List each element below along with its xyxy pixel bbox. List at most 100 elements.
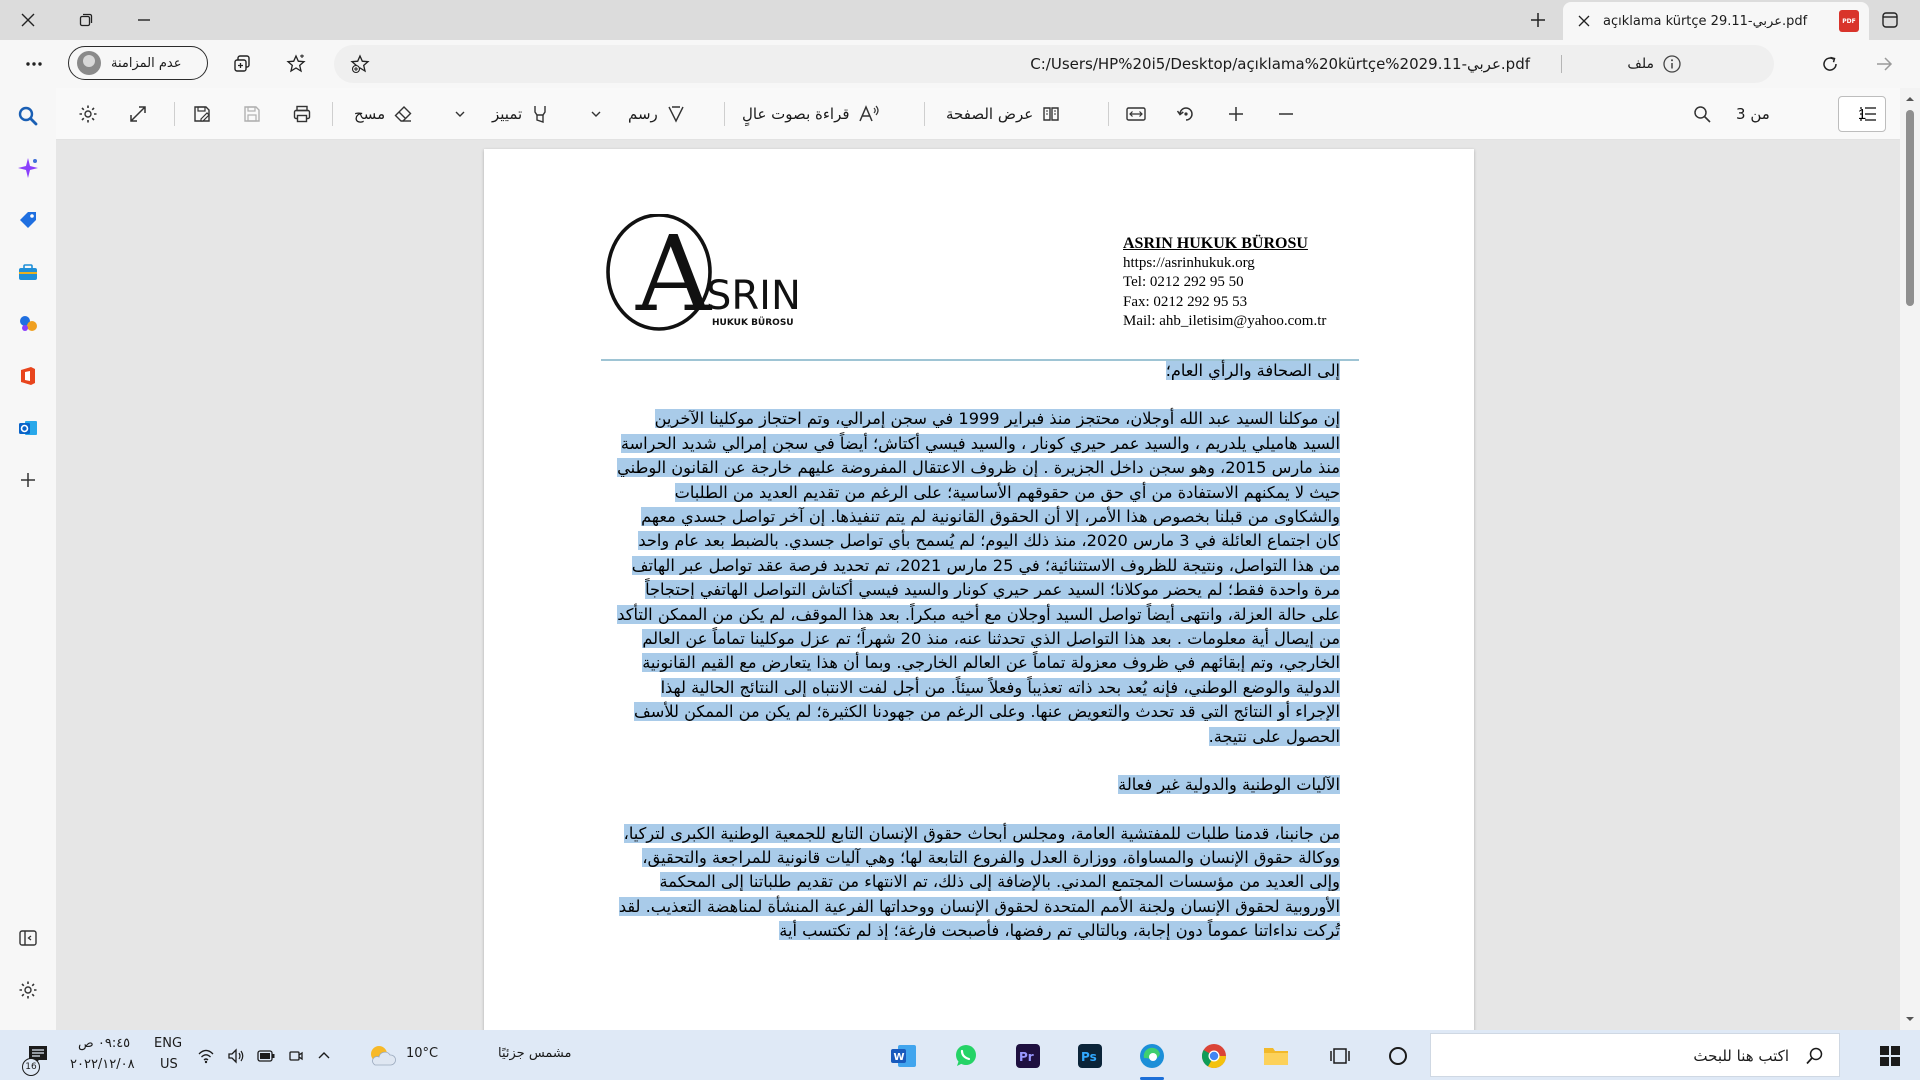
save-as-button[interactable] <box>188 100 216 128</box>
chevron-up-icon <box>318 1052 330 1059</box>
tab-actions-button[interactable] <box>1870 2 1910 38</box>
section-heading: الآليات الوطنية والدولية غير فعالة <box>616 773 1340 797</box>
office-icon <box>21 367 35 385</box>
taskbar-app-word[interactable]: W <box>886 1038 922 1074</box>
file-info-chip[interactable]: ملف <box>1627 54 1682 74</box>
erase-button[interactable]: مسح <box>354 100 413 128</box>
salutation-text: إلى الصحافة والرأي العام؛ <box>1165 361 1340 380</box>
draw-label: رسم <box>628 105 658 123</box>
firm-website[interactable]: https://asrinhukuk.org <box>1123 254 1326 274</box>
sidebar-add-button[interactable] <box>14 466 42 494</box>
read-aloud-button[interactable]: قراءة بصوت عالٍ <box>742 100 880 128</box>
pdf-toolbar: مسح تمييز رسم قراءة بصوت عالٍ عرض الصفحة… <box>56 88 1920 140</box>
firm-mail[interactable]: Mail: ahb_iletisim@yahoo.com.tr <box>1123 312 1326 332</box>
tray-meet-button[interactable] <box>284 1038 308 1074</box>
games-icon <box>20 316 37 331</box>
find-button[interactable] <box>1688 100 1716 128</box>
collections-button[interactable] <box>228 50 256 78</box>
taskbar-app-premiere[interactable]: Pr <box>1010 1038 1046 1074</box>
paragraph: إن موكلنا السيد عبد الله أوجلان، محتجز م… <box>616 407 1340 749</box>
url-text[interactable]: C:/Users/HP%20i5/Desktop/açıklama%20kürt… <box>1030 55 1530 73</box>
battery-icon <box>257 1050 275 1062</box>
sidebar-tools-button[interactable] <box>14 258 42 286</box>
more-menu-button[interactable] <box>20 50 48 78</box>
scroll-up-arrow-icon[interactable] <box>1900 92 1920 106</box>
asrin-logo-icon: A SRIN HUKUK BÜROSU <box>606 214 801 334</box>
pdf-page[interactable]: A SRIN HUKUK BÜROSU ASRIN HUKUK BÜROSU h… <box>484 149 1474 1030</box>
firm-name: ASRIN HUKUK BÜROSU <box>1123 235 1308 252</box>
zoom-in-button[interactable] <box>1222 100 1250 128</box>
profile-button[interactable]: عدم المزامنة <box>68 46 208 80</box>
logo-mark-text: A <box>635 214 713 334</box>
search-icon <box>1806 1047 1823 1065</box>
zoom-out-button[interactable] <box>1272 100 1300 128</box>
taskbar-app-file-explorer[interactable] <box>1258 1038 1294 1074</box>
scroll-down-arrow-icon[interactable] <box>1900 1012 1920 1026</box>
tray-overflow-button[interactable] <box>312 1038 336 1074</box>
page-view-button[interactable]: عرض الصفحة <box>946 100 1061 128</box>
sidebar-discover-button[interactable] <box>14 154 42 182</box>
taskbar-search[interactable]: اكتب هنا للبحث <box>1430 1033 1840 1077</box>
pdf-viewport[interactable]: A SRIN HUKUK BÜROSU ASRIN HUKUK BÜROSU h… <box>56 140 1900 1030</box>
sidebar-search-button[interactable] <box>14 102 42 130</box>
fullscreen-button[interactable] <box>124 100 152 128</box>
sidebar-settings-button[interactable] <box>14 976 42 1004</box>
taskbar-app-edge[interactable] <box>1134 1038 1170 1080</box>
edge-sidebar <box>0 88 56 1030</box>
navigation-bar: عدم المزامنة C:/Users/HP%20i5/Desktop/aç… <box>0 40 1920 88</box>
cortana-button[interactable] <box>1380 1038 1416 1074</box>
window-close-button[interactable] <box>8 2 48 38</box>
highlight-button[interactable]: تمييز <box>492 100 550 128</box>
notification-center-button[interactable]: 16 <box>20 1038 56 1076</box>
tray-battery[interactable] <box>254 1038 278 1074</box>
forward-button[interactable] <box>1870 50 1898 78</box>
rotate-button[interactable] <box>1172 100 1200 128</box>
weather-button[interactable] <box>364 1038 400 1074</box>
new-tab-button[interactable] <box>1518 2 1558 38</box>
taskbar-app-whatsapp[interactable] <box>948 1038 984 1074</box>
tray-volume[interactable] <box>224 1038 248 1074</box>
plus-icon <box>1229 107 1243 121</box>
title-bar: açıklama kürtçe 29.11-عربي.pdf PDF <box>0 0 1920 40</box>
draw-button[interactable]: رسم <box>628 100 686 128</box>
taskbar-app-chrome[interactable] <box>1196 1038 1232 1074</box>
contents-button[interactable] <box>1854 100 1882 128</box>
scrollbar-thumb[interactable] <box>1906 110 1914 306</box>
chrome-icon <box>1201 1044 1226 1069</box>
vertical-scrollbar[interactable] <box>1900 88 1920 1030</box>
start-button[interactable] <box>1872 1038 1908 1074</box>
sidebar-outlook-button[interactable] <box>14 414 42 442</box>
draw-options-dropdown[interactable] <box>582 100 610 128</box>
weather-temperature[interactable]: 10°C <box>406 1046 438 1061</box>
highlight-options-dropdown[interactable] <box>446 100 474 128</box>
document-body[interactable]: إلى الصحافة والرأي العام؛ إن موكلنا السي… <box>616 359 1340 944</box>
clock-time[interactable]: ٠٩:٤٥ ص <box>78 1036 130 1051</box>
toolbar-separator <box>332 102 333 126</box>
sidebar-office-button[interactable] <box>14 362 42 390</box>
fit-width-button[interactable] <box>1122 100 1150 128</box>
window-minimize-button[interactable] <box>124 2 164 38</box>
address-bar[interactable]: C:/Users/HP%20i5/Desktop/açıklama%20kürt… <box>334 45 1774 83</box>
minimize-icon <box>138 19 150 21</box>
active-tab[interactable]: açıklama kürtçe 29.11-عربي.pdf PDF <box>1563 2 1869 40</box>
save-button[interactable] <box>238 100 266 128</box>
add-favorite-button[interactable] <box>346 50 374 78</box>
taskbar-app-photoshop[interactable]: Ps <box>1072 1038 1108 1074</box>
pdf-settings-button[interactable] <box>74 100 102 128</box>
info-icon <box>1663 55 1681 73</box>
tab-close-button[interactable] <box>1573 10 1595 32</box>
tray-network[interactable] <box>194 1038 218 1074</box>
refresh-button[interactable] <box>1816 50 1844 78</box>
favorites-button[interactable] <box>282 50 310 78</box>
print-button[interactable] <box>288 100 316 128</box>
input-language[interactable]: ENG <box>154 1036 182 1051</box>
close-icon <box>21 13 35 27</box>
weather-description[interactable]: مشمس جزئيًا <box>498 1046 572 1061</box>
sidebar-games-button[interactable] <box>14 310 42 338</box>
clock-date[interactable]: ٢٠٢٢/١٢/٠٨ <box>70 1057 135 1072</box>
sidebar-hide-button[interactable] <box>14 924 42 952</box>
sidebar-shopping-button[interactable] <box>14 206 42 234</box>
task-view-button[interactable] <box>1322 1038 1358 1074</box>
window-restore-button[interactable] <box>66 2 106 38</box>
input-region[interactable]: US <box>160 1057 178 1072</box>
